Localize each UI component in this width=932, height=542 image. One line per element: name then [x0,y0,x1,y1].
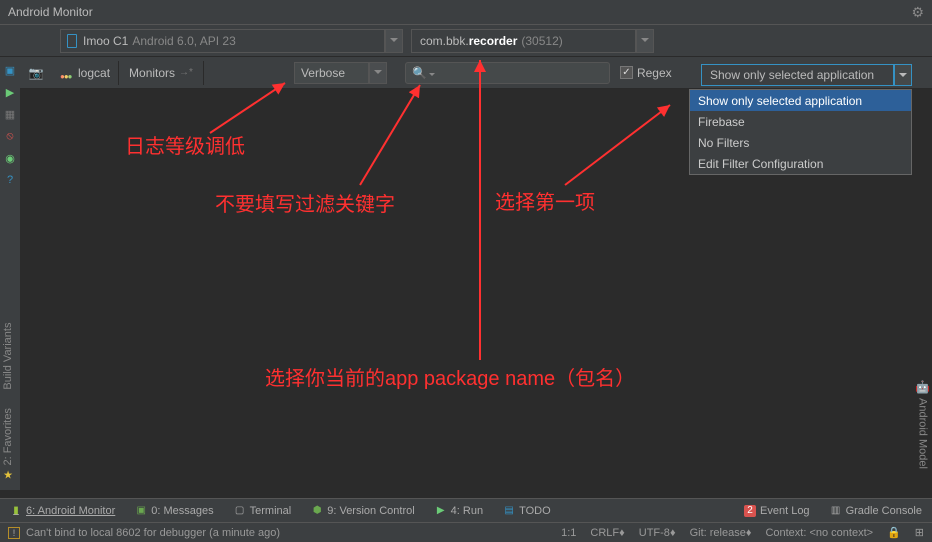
filter-option-firebase[interactable]: Firebase [690,111,911,132]
process-dropdown-arrow[interactable] [636,29,654,53]
filter-option-nofilters[interactable]: No Filters [690,132,911,153]
tab-messages[interactable]: ▣0: Messages [125,499,223,522]
tab-gradle-console[interactable]: ▥Gradle Console [820,499,932,522]
status-context[interactable]: Context: <no context> [765,527,873,539]
play-icon[interactable]: ▶ [3,85,17,99]
log-level-arrow[interactable] [369,62,387,84]
vcs-icon: ⬢ [311,505,323,517]
regex-checkbox[interactable]: ✓ Regex [620,66,672,80]
tab-run[interactable]: ▶4: Run [425,499,493,522]
filter-dropdown-arrow[interactable] [894,64,912,86]
process-dropdown[interactable]: com.bbk.recorder (30512) [411,29,636,53]
search-icon: 🔍 [412,66,427,80]
search-input[interactable]: 🔍 [405,62,610,84]
help-icon[interactable]: ? [3,173,17,187]
monitors-arrow-icon: →* [179,67,193,78]
globe-icon[interactable]: ◉ [3,151,17,165]
rail-favorites[interactable]: ★ 2: Favorites [2,408,14,482]
tab-logcat[interactable]: logcat [52,61,119,85]
process-pid: (30512) [521,34,562,48]
screenshot-icon[interactable]: 📷 [29,66,44,80]
title-bar: Android Monitor ⚙ [0,0,932,25]
status-encoding[interactable]: UTF-8♦ [639,527,676,539]
phone-icon [67,34,77,48]
tab-terminal[interactable]: ▢Terminal [224,499,302,522]
lock-icon[interactable]: 🔒 [887,526,901,539]
status-bar: ! Can't bind to local 8602 for debugger … [0,522,932,542]
gear-icon[interactable]: ⚙ [911,4,924,21]
status-git[interactable]: Git: release♦ [690,527,752,539]
checkbox-icon: ✓ [620,66,633,79]
bottom-tool-tabs: ▮6: Android Monitor ▣0: Messages ▢Termin… [0,498,932,522]
device-api: Android 6.0, API 23 [132,34,235,48]
gradle-icon: ▥ [830,505,842,517]
left-rail-tabs: ★ 2: Favorites Build Variants [2,323,14,482]
logcat-icon [60,68,74,78]
status-message: Can't bind to local 8602 for debugger (a… [26,527,280,539]
tab-todo[interactable]: ▤TODO [493,499,561,522]
status-lineending[interactable]: CRLF♦ [590,527,624,539]
tab-version-control[interactable]: ⬢9: Version Control [301,499,424,522]
warning-icon[interactable]: ! [8,527,20,539]
log-level-dropdown[interactable]: Verbose [294,62,387,84]
rail-build-variants[interactable]: Build Variants [2,323,14,390]
header-row: Imoo C1 Android 6.0, API 23 com.bbk.reco… [0,25,932,57]
terminal-icon: ▢ [234,505,246,517]
stop-icon[interactable]: ⦸ [3,129,17,143]
ide-icon[interactable]: ⊞ [915,526,924,539]
android-icon: 🤖 [915,380,930,394]
process-package: com.bbk.recorder [420,34,517,48]
todo-icon: ▤ [503,505,515,517]
device-dropdown-arrow[interactable] [385,29,403,53]
filter-dropdown[interactable]: Show only selected application [701,64,912,86]
tab-monitors[interactable]: Monitors →* [119,61,204,85]
status-linecol[interactable]: 1:1 [561,527,576,539]
device-dropdown[interactable]: Imoo C1 Android 6.0, API 23 [60,29,385,53]
camera-icon[interactable]: ▣ [3,63,17,77]
run-icon: ▶ [435,505,447,517]
messages-icon: ▣ [135,505,147,517]
tab-event-log[interactable]: 2Event Log [734,499,820,522]
filter-option-selected[interactable]: Show only selected application [690,90,911,111]
panel-title: Android Monitor [8,5,93,19]
tab-android-monitor[interactable]: ▮6: Android Monitor [0,499,125,522]
filter-option-edit[interactable]: Edit Filter Configuration [690,153,911,174]
event-badge: 2 [744,505,756,517]
android-icon: ▮ [10,505,22,517]
filter-popup: Show only selected application Firebase … [689,89,912,175]
layout-icon[interactable]: ▦ [3,107,17,121]
device-name: Imoo C1 [83,34,128,48]
right-rail-android-model[interactable]: 🤖 Android Model [915,380,930,469]
